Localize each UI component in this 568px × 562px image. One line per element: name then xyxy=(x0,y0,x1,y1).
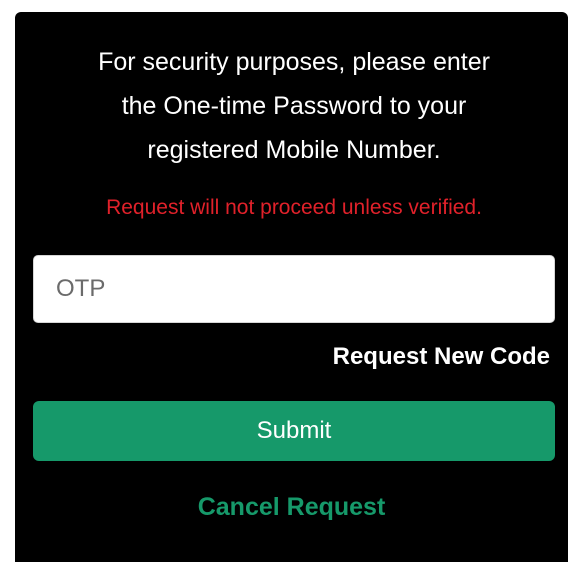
submit-button[interactable]: Submit xyxy=(33,401,555,461)
request-new-code-link[interactable]: Request New Code xyxy=(333,342,550,372)
otp-dialog: For security purposes, please enter the … xyxy=(15,12,568,562)
otp-input[interactable] xyxy=(33,255,555,323)
cancel-request-link[interactable]: Cancel Request xyxy=(15,492,568,522)
instruction-line-3: registered Mobile Number. xyxy=(147,136,441,164)
instruction-message: For security purposes, please enter the … xyxy=(35,40,553,172)
instruction-line-2: the One-time Password to your xyxy=(121,92,467,120)
instruction-line-1: For security purposes, please enter xyxy=(98,48,490,76)
verification-warning: Request will not proceed unless verified… xyxy=(106,196,482,219)
